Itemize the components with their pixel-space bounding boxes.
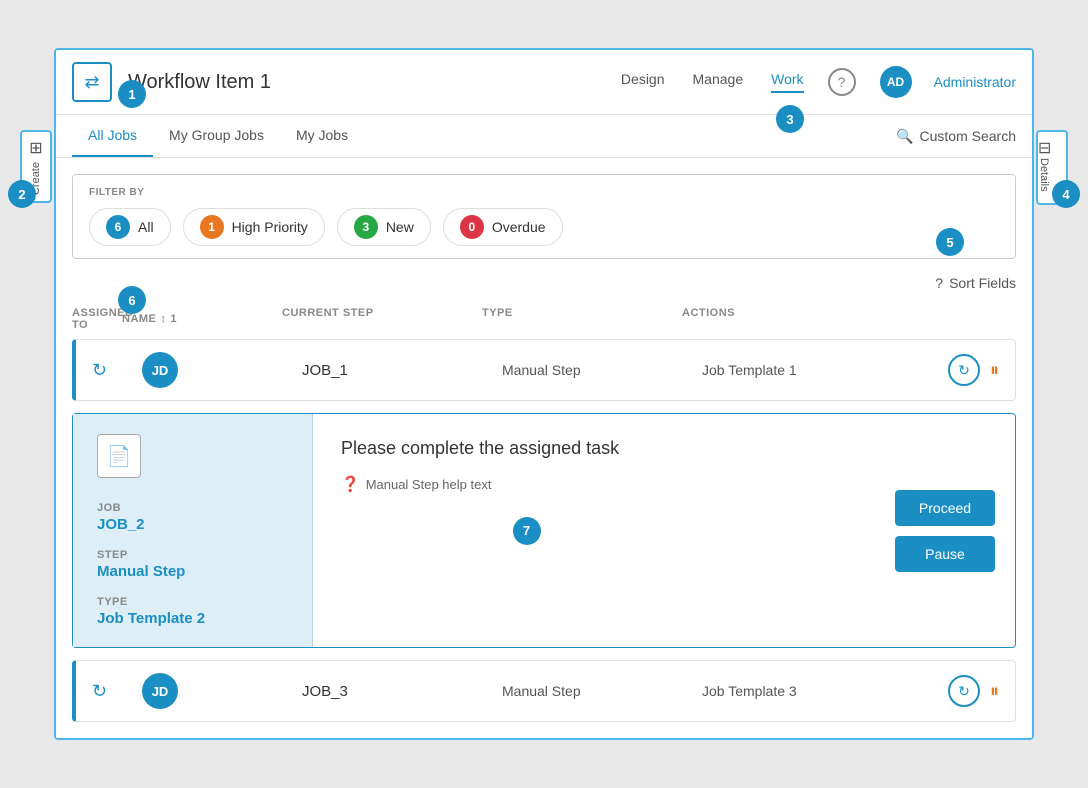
tabs-container: All Jobs My Group Jobs My Jobs 🔍 Custom … [56, 115, 1032, 158]
job1-avatar: JD [142, 352, 178, 388]
filter-section: FILTER BY 6 All 1 High Priority 3 New 0 … [72, 174, 1016, 259]
job2-task-panel: 7 Please complete the assigned task ❓ Ma… [313, 414, 875, 647]
job1-pause-button[interactable]: ⏸ [990, 360, 999, 381]
details-label: Details [1038, 158, 1050, 192]
col-name[interactable]: NAME ↕ 1 [122, 307, 282, 331]
app-title: Workflow Item 1 [128, 71, 605, 94]
job3-avatar: JD [142, 673, 178, 709]
custom-search-label: Custom Search [920, 128, 1016, 144]
tab-my-jobs[interactable]: My Jobs [280, 115, 364, 157]
details-icon: ⊟ [1038, 140, 1051, 157]
job2-detail-panel: 📄 JOB JOB_2 STEP Manual Step TYPE Job Te… [73, 414, 313, 647]
job2-job-value: JOB_2 [97, 516, 288, 533]
job-row-1: ↻ JD JOB_1 Manual Step Job Template 1 ↻ … [72, 339, 1016, 401]
col-type: TYPE [482, 307, 682, 331]
col-assigned-to: ASSIGNED TO [72, 307, 122, 331]
job1-refresh: ↻ [92, 360, 142, 381]
job3-actions: ↻ ⏸ [902, 675, 999, 707]
user-name[interactable]: Administrator [934, 74, 1016, 90]
filter-label: FILTER BY [89, 187, 999, 198]
job3-refresh: ↻ [92, 681, 142, 702]
callout-2: 2 [8, 180, 36, 208]
callout-4: 4 [1052, 180, 1080, 208]
job1-type: Job Template 1 [702, 362, 902, 378]
job2-step-value: Manual Step [97, 563, 288, 580]
callout-5: 5 [936, 228, 964, 256]
nav-design[interactable]: Design [621, 71, 665, 93]
filter-all-badge: 6 [106, 215, 130, 239]
logo-button[interactable]: ⇄ [72, 62, 112, 102]
nav-work[interactable]: Work [771, 71, 803, 93]
job2-document-icon: 📄 [97, 434, 141, 478]
job2-help-text: ❓ Manual Step help text [341, 475, 847, 493]
nav-links: Design Manage Work [621, 71, 804, 93]
job3-type: Job Template 3 [702, 683, 902, 699]
job3-pause-button[interactable]: ⏸ [990, 681, 999, 702]
filter-overdue[interactable]: 0 Overdue [443, 208, 563, 246]
job2-job-label: JOB [97, 502, 288, 514]
callout-7: 7 [513, 517, 541, 545]
tab-all-jobs[interactable]: All Jobs [72, 115, 153, 157]
job2-action-buttons: Proceed Pause [875, 414, 1015, 647]
job-row-2-expanded: 📄 JOB JOB_2 STEP Manual Step TYPE Job Te… [72, 413, 1016, 648]
filter-new-badge: 3 [354, 215, 378, 239]
job2-type-label: TYPE [97, 596, 288, 608]
col-current-step: CURRENT STEP [282, 307, 482, 331]
filter-new[interactable]: 3 New [337, 208, 431, 246]
col-actions: ACTIONS [682, 307, 882, 331]
filter-all-label: All [138, 219, 154, 235]
callout-6: 6 [118, 286, 146, 314]
job2-help-text-label: Manual Step help text [366, 477, 492, 492]
filter-overdue-label: Overdue [492, 219, 546, 235]
filter-high-priority-label: High Priority [232, 219, 308, 235]
job3-step: Manual Step [502, 683, 702, 699]
header: ⇄ Workflow Item 1 Design Manage Work ? A… [56, 50, 1032, 115]
pause-button[interactable]: Pause [895, 536, 995, 572]
job2-task-area: Please complete the assigned task ❓ Manu… [341, 438, 847, 493]
job3-run-button[interactable]: ↻ [948, 675, 980, 707]
job2-step-label: STEP [97, 549, 288, 561]
create-icon: ⊞ [29, 138, 42, 158]
job2-type-value: Job Template 2 [97, 610, 288, 627]
filter-new-label: New [386, 219, 414, 235]
help-text-icon: ❓ [341, 475, 360, 493]
custom-search[interactable]: 🔍 Custom Search [896, 128, 1016, 145]
user-avatar: AD [880, 66, 912, 98]
nav-manage[interactable]: Manage [693, 71, 744, 93]
filter-high-priority[interactable]: 1 High Priority [183, 208, 325, 246]
callout-3: 3 [776, 105, 804, 133]
help-icon[interactable]: ? [828, 68, 856, 96]
job1-run-button[interactable]: ↻ [948, 354, 980, 386]
filter-high-priority-badge: 1 [200, 215, 224, 239]
job1-name: JOB_1 [302, 362, 502, 379]
sort-fields-label: Sort Fields [949, 275, 1016, 291]
filter-overdue-badge: 0 [460, 215, 484, 239]
job-row-3: ↻ JD JOB_3 Manual Step Job Template 3 ↻ … [72, 660, 1016, 722]
filter-options: 6 All 1 High Priority 3 New 0 Overdue [89, 208, 999, 246]
job2-task-message: Please complete the assigned task [341, 438, 847, 459]
filter-all[interactable]: 6 All [89, 208, 171, 246]
main-container: 1 2 3 4 5 6 ⇄ Workflow Item 1 Design Man… [54, 48, 1034, 740]
job2-step-section: STEP Manual Step [97, 549, 288, 580]
job3-name: JOB_3 [302, 683, 502, 700]
job2-job-section: JOB JOB_2 [97, 502, 288, 533]
table-header: ASSIGNED TO NAME ↕ 1 CURRENT STEP TYPE A… [56, 299, 1032, 339]
search-icon: 🔍 [896, 128, 913, 145]
job2-type-section: TYPE Job Template 2 [97, 596, 288, 627]
tab-my-group-jobs[interactable]: My Group Jobs [153, 115, 280, 157]
sort-fields[interactable]: ? Sort Fields [72, 275, 1016, 291]
job1-actions: ↻ ⏸ [902, 354, 999, 386]
proceed-button[interactable]: Proceed [895, 490, 995, 526]
job1-step: Manual Step [502, 362, 702, 378]
sort-help-icon: ? [935, 275, 943, 291]
callout-1: 1 [118, 80, 146, 108]
